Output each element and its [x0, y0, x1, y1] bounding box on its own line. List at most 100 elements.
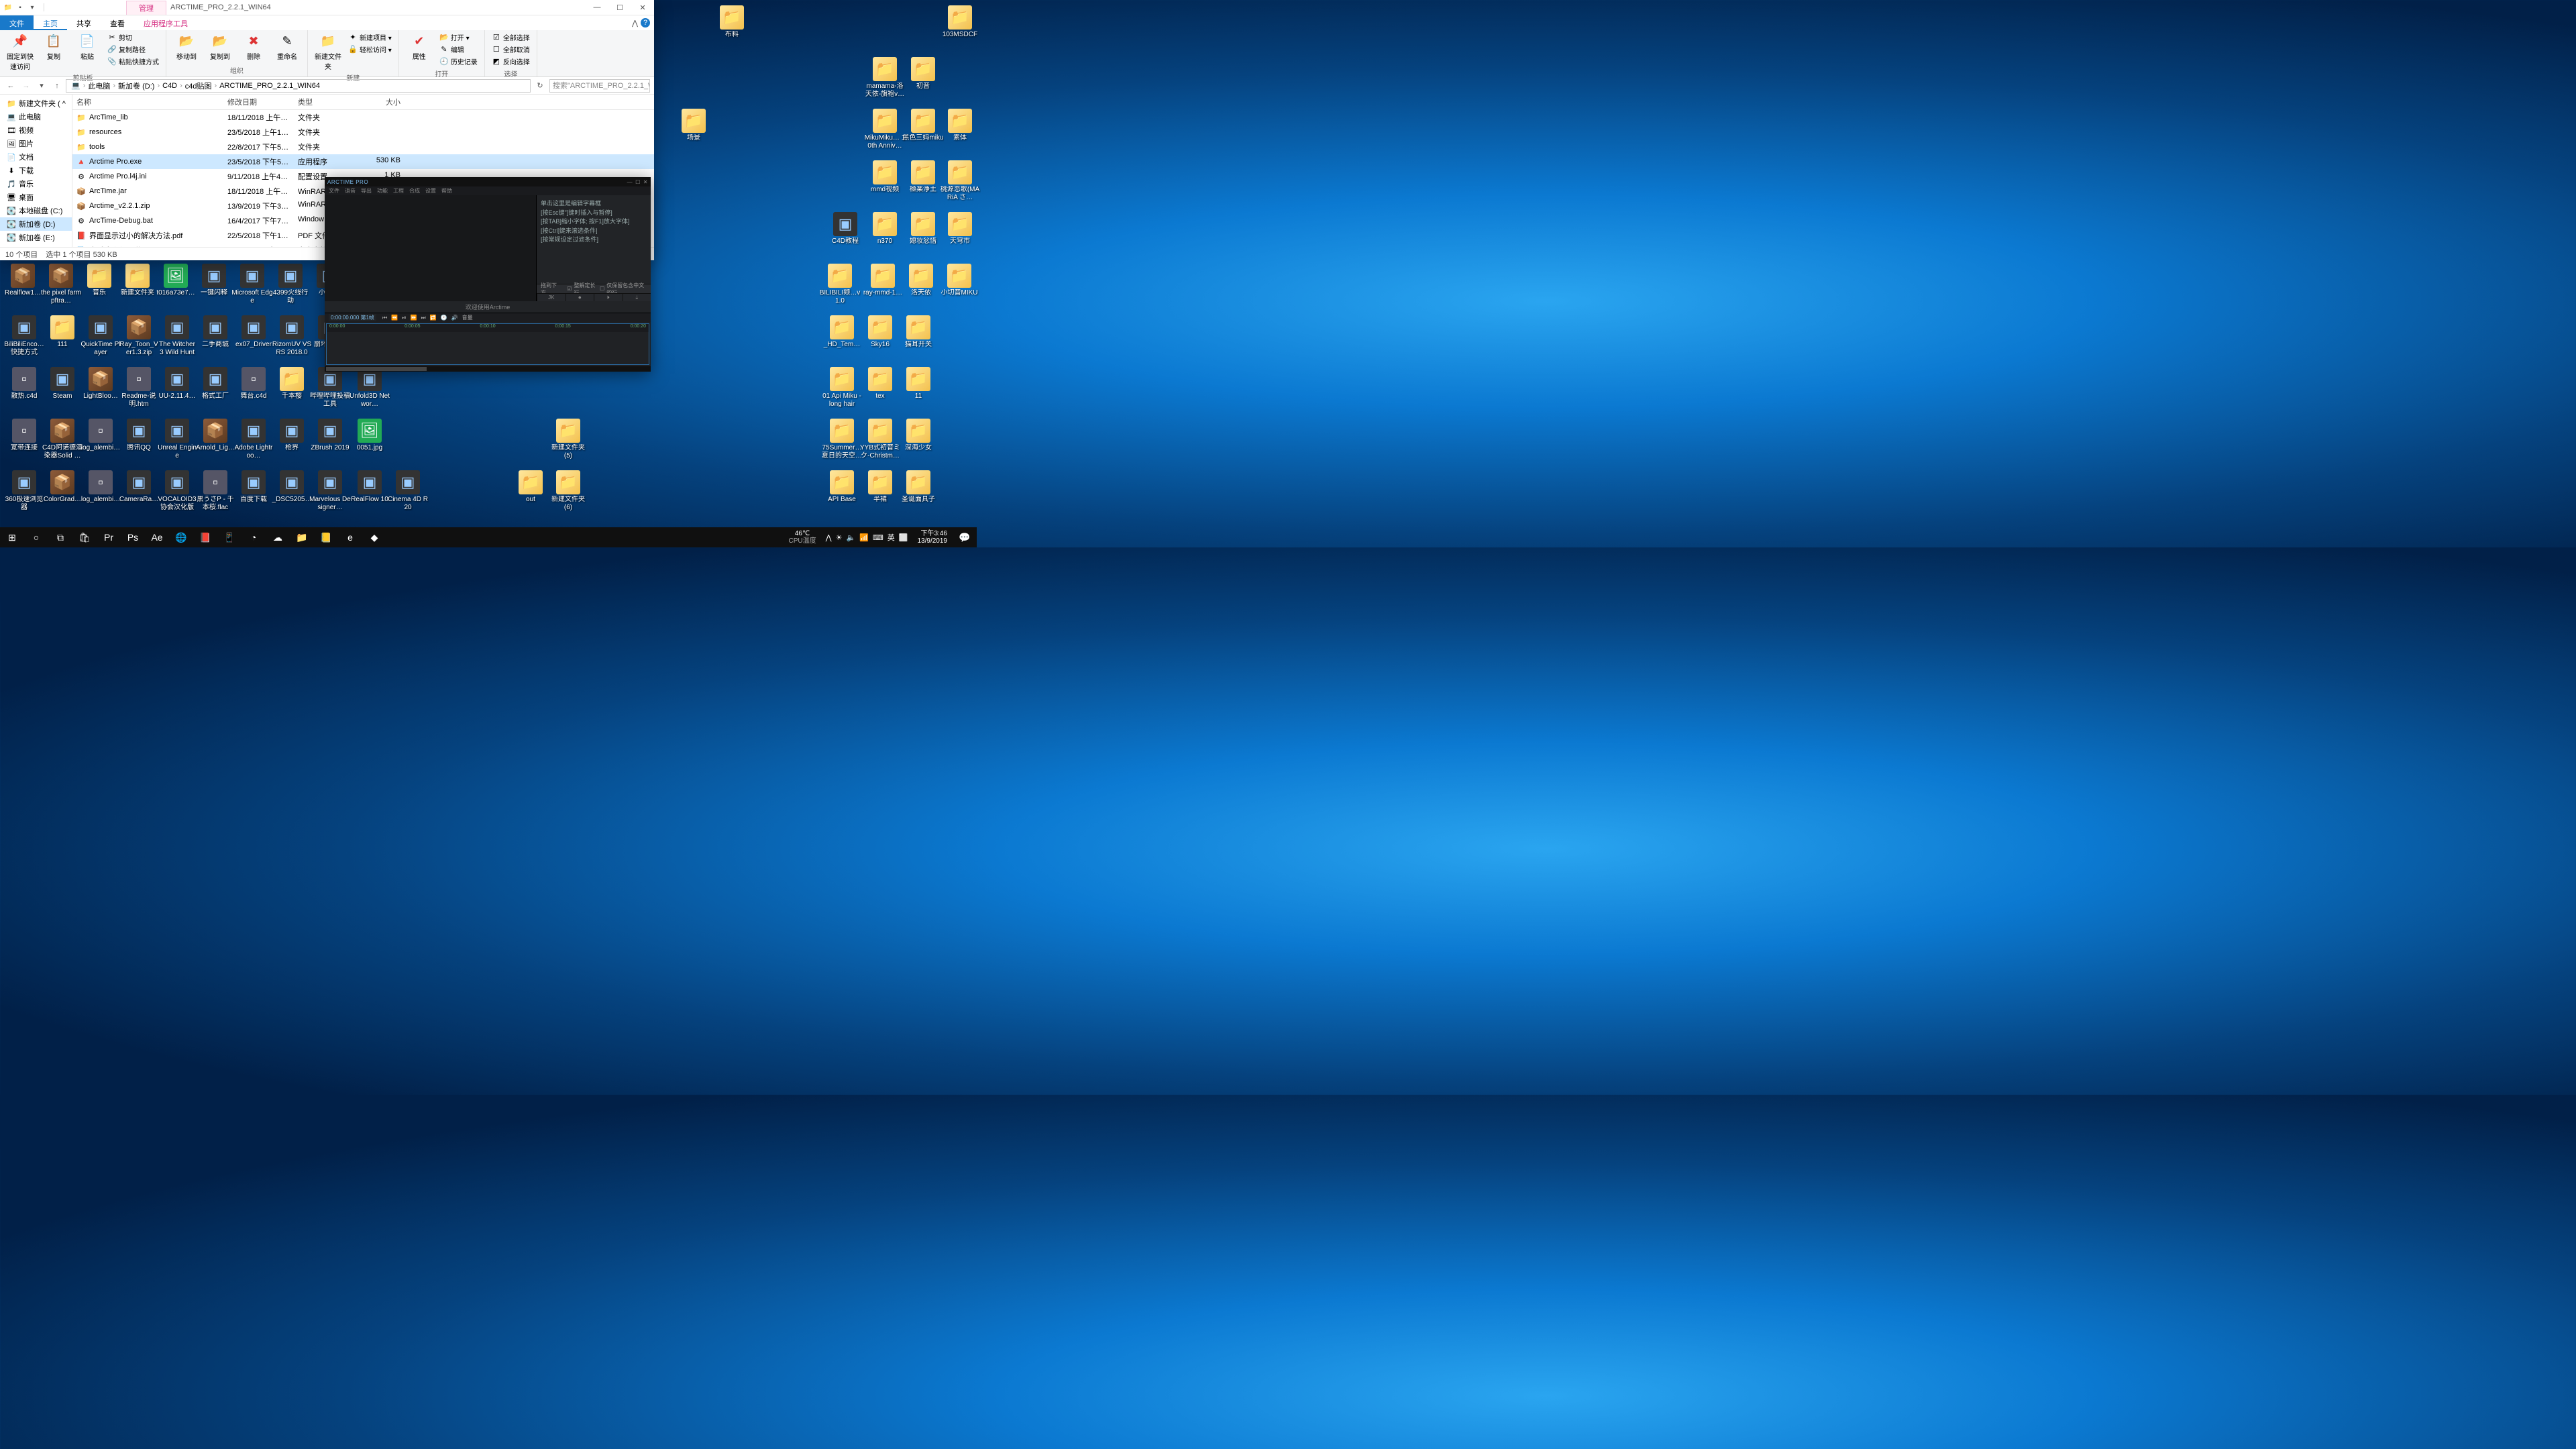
arctime-close[interactable]: ✕ [643, 179, 648, 185]
desktop-icon[interactable]: ▣Steam [42, 367, 83, 400]
desktop-icon[interactable]: ▫log_alembi… [80, 470, 121, 504]
taskbar-app[interactable]: ○ [24, 527, 48, 547]
desktop-icon[interactable]: 📁天穹市 [939, 212, 981, 246]
nav-up[interactable]: ↑ [50, 79, 64, 93]
arctime-min[interactable]: — [627, 179, 633, 185]
desktop-icon[interactable]: 📁新建文件夹(5) [547, 419, 589, 460]
open-button[interactable]: 📂打开 ▾ [438, 32, 479, 43]
arctime-transport-btn[interactable]: 音量 [462, 315, 473, 321]
desktop-icon[interactable]: ▣哔哩哔哩投稿工具 [309, 367, 351, 408]
refresh-icon[interactable]: ↻ [533, 81, 547, 90]
desktop-icon[interactable]: ▣360极速浏览器 [3, 470, 45, 511]
desktop-icon[interactable]: ▣_DSC5205… [271, 470, 313, 504]
tab-file[interactable]: 文件 [0, 15, 34, 30]
desktop-icon[interactable]: 📁75Summer… 夏日的天空… [821, 419, 863, 460]
nav-back[interactable]: ← [4, 79, 17, 93]
desktop-icon[interactable]: ▫宽带连接 [3, 419, 45, 452]
qat-folder-icon[interactable]: 📁 [3, 2, 13, 13]
tray-icon[interactable]: 🔈 [847, 533, 856, 542]
arctime-transport-btn[interactable]: ⏪ [391, 315, 398, 321]
maximize-button[interactable]: ☐ [608, 0, 631, 15]
desktop-icon[interactable]: 📦Ray_Toon_Ver1.3.zip [118, 315, 160, 356]
desktop-icon[interactable]: 📦LightBloo… [80, 367, 121, 400]
moveto-button[interactable]: 📂移动到 [172, 32, 201, 61]
taskbar-app[interactable]: Ps [121, 527, 145, 547]
contextual-tab-manage[interactable]: 管理 [126, 1, 166, 15]
desktop-icon[interactable]: 📁111 [42, 315, 83, 349]
tree-node[interactable]: 💽本地磁盘 (C:) [0, 204, 72, 217]
tab-home[interactable]: 主页 [34, 15, 67, 30]
desktop-icon[interactable]: 📁小切音MIKU [938, 264, 980, 297]
desktop-icon[interactable]: ▫散热.c4d [3, 367, 45, 400]
desktop-icon[interactable]: ▣CameraRa… [118, 470, 160, 504]
arctime-tool-cell[interactable]: ⤓ [623, 294, 651, 301]
desktop-icon[interactable]: 📦the pixel farm pftra… [40, 264, 82, 305]
arctime-menu-item[interactable]: 功能 [377, 187, 388, 195]
desktop-icon[interactable]: ▣Microsoft Edge [231, 264, 273, 305]
arctime-transport-btn[interactable]: ⏩ [411, 315, 417, 321]
taskbar-app[interactable]: e [338, 527, 362, 547]
tray-icon[interactable]: 英 [888, 532, 895, 543]
easyaccess-button[interactable]: 🔓轻松访问 ▾ [347, 44, 393, 55]
desktop-icon[interactable]: 📦Realflow1… [2, 264, 44, 297]
tray-icon[interactable]: ⬜ [899, 533, 908, 542]
desktop-icon[interactable]: ▣一键闪释 [193, 264, 235, 297]
search-input[interactable]: 搜索"ARCTIME_PRO_2.2.1_W… [549, 79, 650, 93]
selectnone-button[interactable]: ☐全部取消 [490, 44, 531, 55]
desktop-icon[interactable]: 📁场景 [673, 109, 714, 142]
desktop-icon[interactable]: 📁黑色三妈miku [902, 109, 944, 142]
breadcrumb-item[interactable]: ARCTIME_PRO_2.2.1_WIN64 [217, 82, 322, 90]
desktop-icon[interactable]: ▣RizomUV VS RS 2018.0 [271, 315, 313, 356]
taskbar-app[interactable]: ⊞ [0, 527, 24, 547]
desktop-icon[interactable]: ▣C4D教程 [824, 212, 866, 246]
invert-button[interactable]: ◩反向选择 [490, 56, 531, 67]
tray-icon[interactable]: ⌨ [873, 533, 883, 542]
cut-button[interactable]: ✂剪切 [106, 32, 160, 43]
arctime-timeline[interactable]: 0:00:000:00:050:00:100:00:150:00:20 [326, 323, 649, 365]
taskbar-app[interactable]: ⧉ [48, 527, 72, 547]
help-icon[interactable]: ? [641, 18, 650, 28]
taskbar-app[interactable]: ◆ [362, 527, 386, 547]
selectall-button[interactable]: ☑全部选择 [490, 32, 531, 43]
delete-button[interactable]: ✖删除 [239, 32, 268, 61]
taskbar-app[interactable]: 🛍 [72, 527, 97, 547]
nav-forward[interactable]: → [19, 79, 33, 93]
edit-button[interactable]: ✎编辑 [438, 44, 479, 55]
desktop-icon[interactable]: ▣BiliBiliEnco…快捷方式 [3, 315, 45, 356]
tab-share[interactable]: 共享 [67, 15, 101, 30]
close-button[interactable]: ✕ [631, 0, 654, 15]
desktop-icon[interactable]: ▣格式工厂 [195, 367, 236, 400]
copypath-button[interactable]: 🔗复制路径 [106, 44, 160, 55]
pin-button[interactable]: 📌固定到快速访问 [5, 32, 35, 71]
desktop-icon[interactable]: 📁極楽浄土 [902, 160, 944, 194]
arctime-tool-cell[interactable]: JK [537, 294, 566, 301]
desktop-icon[interactable]: 📁YYB式初音ミク-Christm… [859, 419, 901, 460]
desktop-icon[interactable]: 📁tex [859, 367, 901, 400]
taskbar-app[interactable]: ◔ [241, 527, 266, 547]
desktop-icon[interactable]: 📁圣诞面具子 [898, 470, 939, 504]
tree-node[interactable]: ⬇下载 [0, 164, 72, 177]
desktop-icon[interactable]: 📁BILIBILI颊…v1.0 [819, 264, 861, 305]
desktop-icon[interactable]: 📁mmd视频 [864, 160, 906, 194]
tree-node[interactable]: 📁新建文件夹 ( ^ [0, 97, 72, 110]
desktop-icon[interactable]: ▣ZBrush 2019 [309, 419, 351, 452]
desktop-icon[interactable]: 📦ColorGrad… [42, 470, 83, 504]
desktop-icon[interactable]: ▫log_alembi… [80, 419, 121, 452]
desktop-icon[interactable]: 📁猫耳开关 [898, 315, 939, 349]
tree-node[interactable]: 🎵音乐 [0, 177, 72, 191]
desktop-icon[interactable]: 📁洛天依 [900, 264, 942, 297]
tray-icon[interactable]: ⋀ [826, 533, 832, 542]
desktop-icon[interactable]: ▣VOCALOID3协会汉化版 [156, 470, 198, 511]
file-row[interactable]: 📁ArcTime_lib 18/11/2018 上午12:…文件夹 [72, 110, 654, 125]
desktop-icon[interactable]: ▣ex07_Driver [233, 315, 274, 349]
taskbar-app[interactable]: 📁 [290, 527, 314, 547]
file-row[interactable]: 📁resources 23/5/2018 上午12:33文件夹 [72, 125, 654, 140]
arctime-tool-cell[interactable]: ⏵ [594, 294, 623, 301]
arctime-transport-btn[interactable]: 🔊 [451, 315, 458, 321]
desktop-icon[interactable]: 📁out [510, 470, 551, 504]
desktop-icon[interactable]: ▣Marvelous Designer… [309, 470, 351, 511]
desktop-icon[interactable]: ▫Readme-说明.htm [118, 367, 160, 408]
desktop-icon[interactable]: 📁桃源恋歌(MARiA さ… [939, 160, 981, 201]
arctime-menu-item[interactable]: 语音 [345, 187, 356, 195]
tree-node[interactable]: 💻此电脑 [0, 110, 72, 123]
